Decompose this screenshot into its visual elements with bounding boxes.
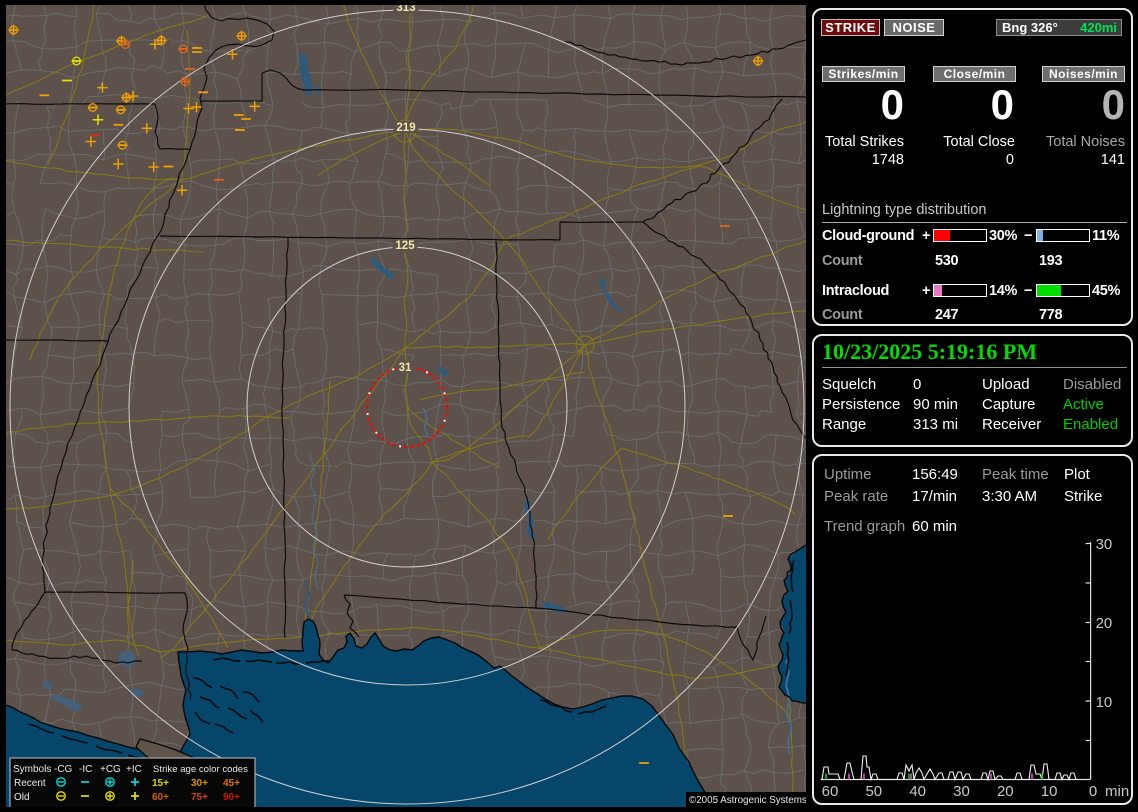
svg-text:©2005 Astrogenic Systems: ©2005 Astrogenic Systems (689, 795, 806, 806)
svg-text:Old: Old (14, 792, 30, 803)
svg-text:219: 219 (396, 122, 415, 134)
svg-text:90+: 90+ (223, 792, 240, 803)
svg-text:125: 125 (395, 240, 415, 252)
svg-text:-CG: -CG (54, 764, 73, 775)
svg-text:Symbols: Symbols (13, 764, 51, 775)
svg-text:75+: 75+ (191, 792, 208, 803)
svg-text:313: 313 (396, 5, 415, 14)
svg-text:-IC: -IC (79, 764, 92, 775)
svg-text:Recent: Recent (14, 778, 46, 789)
svg-text:min: min (1105, 783, 1129, 800)
svg-text:20: 20 (1096, 615, 1113, 632)
svg-text:50: 50 (865, 783, 882, 800)
svg-text:40: 40 (909, 783, 926, 800)
svg-text:30+: 30+ (191, 778, 208, 789)
svg-text:31: 31 (399, 362, 412, 374)
svg-text:60: 60 (822, 783, 839, 800)
svg-text:+IC: +IC (126, 764, 142, 775)
svg-text:Strike age color codes: Strike age color codes (153, 764, 248, 775)
svg-text:20: 20 (997, 783, 1014, 800)
svg-text:45+: 45+ (223, 778, 240, 789)
svg-text:60+: 60+ (152, 792, 169, 803)
svg-text:30: 30 (1096, 536, 1113, 553)
svg-text:10: 10 (1096, 694, 1113, 711)
svg-text:+CG: +CG (100, 764, 121, 775)
svg-text:10: 10 (1041, 783, 1058, 800)
svg-text:30: 30 (953, 783, 970, 800)
svg-text:0: 0 (1089, 783, 1097, 800)
svg-text:15+: 15+ (152, 778, 169, 789)
